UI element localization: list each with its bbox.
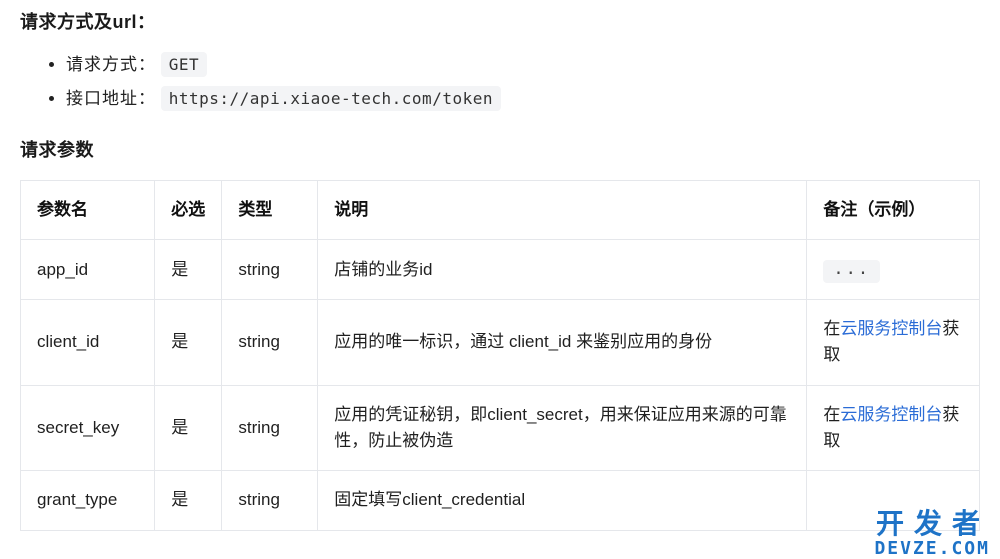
cell-remark: 在云服务控制台获取: [807, 385, 980, 471]
th-name: 参数名: [21, 181, 155, 240]
params-table: 参数名 必选 类型 说明 备注（示例） app_id是string店铺的业务id…: [20, 180, 980, 531]
request-method-value: GET: [161, 52, 207, 77]
cell-remark: 在云服务控制台获取: [807, 300, 980, 386]
remark-prefix: 在: [823, 319, 840, 338]
cell-param-name: secret_key: [21, 385, 155, 471]
cell-param-name: grant_type: [21, 471, 155, 530]
table-row: grant_type是string固定填写client_credential: [21, 471, 980, 530]
table-row: app_id是string店铺的业务id...: [21, 240, 980, 300]
cell-required: 是: [155, 300, 222, 386]
api-url-label: 接口地址：: [66, 89, 156, 108]
api-url-value: https://api.xiaoe-tech.com/token: [161, 86, 501, 111]
table-row: secret_key是string应用的凭证秘钥，即client_secret，…: [21, 385, 980, 471]
cell-param-name: app_id: [21, 240, 155, 300]
remark-prefix: 在: [823, 405, 840, 424]
section-params-title: 请求参数: [20, 136, 980, 162]
cloud-console-link[interactable]: 云服务控制台: [840, 319, 942, 338]
section-request-url-title: 请求方式及url：: [20, 8, 980, 34]
table-header-row: 参数名 必选 类型 说明 备注（示例）: [21, 181, 980, 240]
cell-desc: 店铺的业务id: [318, 240, 807, 300]
api-url-item: 接口地址： https://api.xiaoe-tech.com/token: [66, 82, 980, 116]
cell-type: string: [222, 385, 318, 471]
request-method-label: 请求方式：: [66, 55, 156, 74]
cell-required: 是: [155, 471, 222, 530]
th-required: 必选: [155, 181, 222, 240]
table-row: client_id是string应用的唯一标识，通过 client_id 来鉴别…: [21, 300, 980, 386]
cell-desc: 应用的凭证秘钥，即client_secret，用来保证应用来源的可靠性，防止被伪…: [318, 385, 807, 471]
cell-type: string: [222, 471, 318, 530]
th-type: 类型: [222, 181, 318, 240]
cell-remark: [807, 471, 980, 530]
cell-desc: 应用的唯一标识，通过 client_id 来鉴别应用的身份: [318, 300, 807, 386]
cell-required: 是: [155, 385, 222, 471]
cell-desc: 固定填写client_credential: [318, 471, 807, 530]
cell-required: 是: [155, 240, 222, 300]
th-remark: 备注（示例）: [807, 181, 980, 240]
cell-type: string: [222, 240, 318, 300]
cell-type: string: [222, 300, 318, 386]
ellipsis-icon: ...: [823, 260, 880, 283]
request-info-list: 请求方式： GET 接口地址： https://api.xiaoe-tech.c…: [66, 48, 980, 116]
cell-param-name: client_id: [21, 300, 155, 386]
watermark-line2: DEVZE.COM: [874, 538, 990, 559]
th-desc: 说明: [318, 181, 807, 240]
cloud-console-link[interactable]: 云服务控制台: [840, 405, 942, 424]
cell-remark: ...: [807, 240, 980, 300]
request-method-item: 请求方式： GET: [66, 48, 980, 82]
